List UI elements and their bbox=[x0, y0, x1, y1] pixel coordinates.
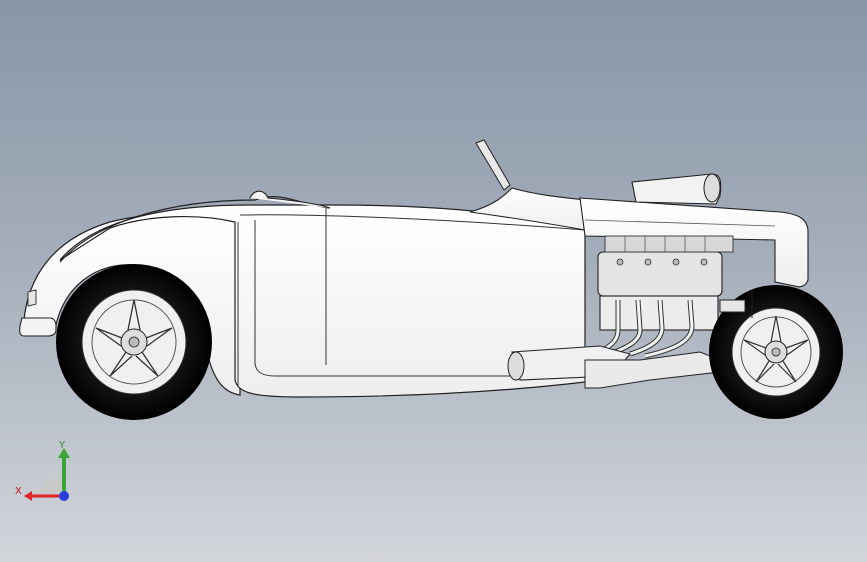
triad-plane bbox=[34, 478, 64, 495]
graphics-viewport[interactable]: X Y bbox=[0, 0, 867, 562]
windshield-frame bbox=[475, 139, 511, 191]
triad-z-axis bbox=[59, 491, 69, 501]
coordinate-triad: X Y bbox=[15, 440, 70, 501]
engine-intake bbox=[604, 235, 734, 253]
rear-bumper bbox=[19, 317, 57, 337]
triad-y-label: Y bbox=[58, 440, 66, 451]
exhaust-tip bbox=[507, 351, 525, 381]
taillight bbox=[27, 289, 37, 307]
triad-x-label: X bbox=[15, 486, 22, 497]
engine-valve-cover bbox=[597, 251, 723, 297]
roadster-model[interactable] bbox=[0, 0, 867, 562]
scoop-inlet bbox=[703, 173, 721, 203]
rear-wheel bbox=[56, 264, 212, 420]
triad-x-arrow bbox=[24, 491, 32, 501]
